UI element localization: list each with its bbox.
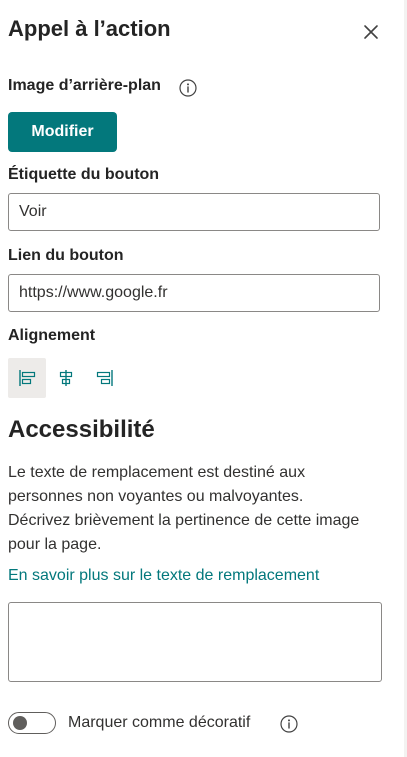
button-text-input[interactable]: Voir (8, 193, 380, 231)
background-image-label: Image d’arrière-plan (8, 77, 161, 94)
pane-title: Appel à l’action (8, 16, 171, 41)
button-text-label: Étiquette du bouton (8, 166, 160, 183)
decorative-info-icon[interactable] (280, 715, 298, 733)
alt-text-input[interactable] (8, 602, 382, 682)
align-left-icon (19, 370, 36, 386)
decorative-label: Marquer comme décoratif (68, 714, 251, 731)
decorative-toggle[interactable] (8, 712, 56, 734)
toggle-knob (13, 716, 27, 730)
align-right-button[interactable] (86, 358, 124, 398)
align-center-icon (59, 370, 73, 386)
close-button[interactable] (360, 21, 382, 43)
align-right-icon (96, 370, 113, 386)
close-icon (364, 25, 378, 39)
button-text-value: Voir (19, 203, 47, 220)
accessibility-description: Le texte de remplacement est destiné aux… (8, 464, 360, 553)
button-link-input[interactable]: https://www.google.fr (8, 274, 380, 312)
button-link-value: https://www.google.fr (19, 284, 168, 301)
learn-more-link[interactable]: En savoir plus sur le texte de remplacem… (8, 567, 319, 585)
align-center-button[interactable] (47, 358, 85, 398)
property-pane: Appel à l’action Image d’arrière-plan Mo… (0, 0, 404, 757)
accessibility-title: Accessibilité (8, 416, 155, 443)
button-link-label: Lien du bouton (8, 247, 124, 264)
align-left-button[interactable] (8, 358, 46, 398)
info-icon[interactable] (179, 79, 197, 97)
alignment-label: Alignement (8, 327, 96, 344)
modify-button[interactable]: Modifier (8, 112, 117, 152)
